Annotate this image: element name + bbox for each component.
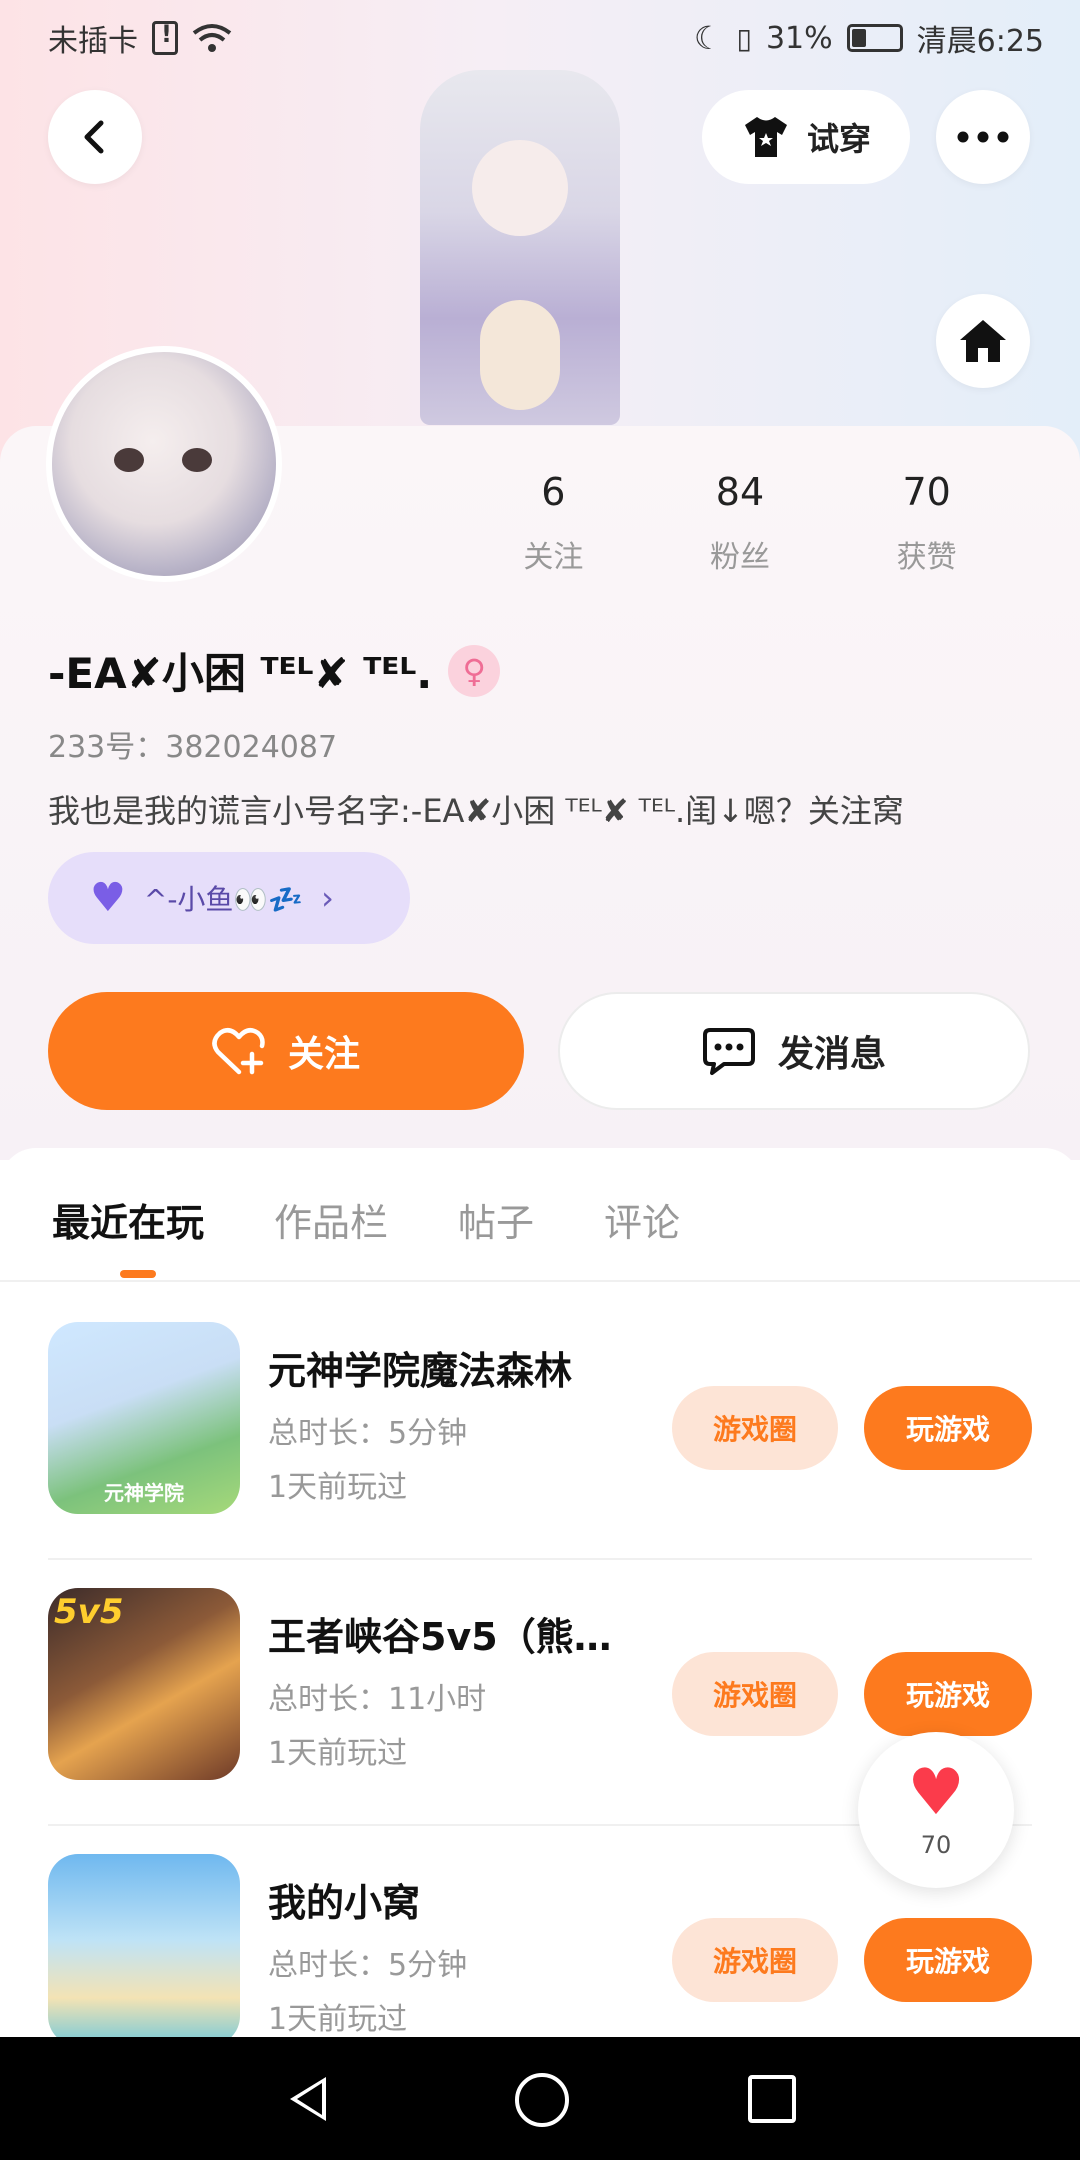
- sim-alert-icon: [152, 20, 178, 55]
- friend-tag-label: ^-小鱼👀💤: [143, 883, 304, 916]
- game-title: 王者峡谷5v5（熊…: [268, 1615, 612, 1659]
- stat-value: 6: [541, 470, 566, 514]
- home-button[interactable]: [936, 294, 1030, 388]
- stat-label: 关注: [523, 540, 584, 575]
- play-game-button[interactable]: 玩游戏: [864, 1386, 1032, 1470]
- hero-belly: [480, 300, 560, 410]
- system-nav-bar: [0, 2037, 1080, 2160]
- back-icon: [84, 120, 104, 154]
- game-icon: 5v5: [48, 1588, 240, 1780]
- game-icon-caption: 元神学院: [104, 1481, 184, 1505]
- status-bar: 未插卡 ☾ ▯ 31% 清晨6:25: [0, 0, 1080, 72]
- tab-comments[interactable]: 评论: [604, 1192, 680, 1247]
- clock: 清晨6:25: [916, 24, 1044, 59]
- chat-icon: [702, 1028, 755, 1075]
- game-title: 我的小窝: [268, 1881, 421, 1925]
- message-button[interactable]: 发消息: [558, 992, 1030, 1110]
- user-id: 233号：382024087: [48, 730, 338, 765]
- tshirt-icon: [744, 117, 787, 157]
- game-last-played: 1天前玩过: [268, 2002, 408, 2037]
- message-label: 发消息: [777, 1034, 886, 1075]
- try-on-button[interactable]: 试穿: [702, 90, 910, 184]
- game-icon: 元神学院: [48, 1322, 240, 1514]
- like-count: 70: [920, 1831, 952, 1859]
- stat-label: 粉丝: [709, 540, 770, 575]
- stat-likes[interactable]: 70 获赞: [837, 470, 1017, 576]
- wifi-icon: [192, 24, 232, 52]
- status-left: 未插卡: [48, 16, 232, 60]
- game-duration: 总时长：11小时: [268, 1682, 487, 1717]
- more-icon: [957, 131, 1009, 143]
- follow-label: 关注: [287, 1034, 360, 1075]
- heart-plus-icon: [212, 1028, 265, 1075]
- moon-icon: ☾: [693, 19, 723, 57]
- hero-character-image: [420, 70, 620, 425]
- game-last-played: 1天前玩过: [268, 1470, 408, 1505]
- game-circle-button[interactable]: 游戏圈: [672, 1386, 838, 1470]
- avatar-eye-left: [114, 448, 144, 472]
- hero-face: [472, 140, 568, 236]
- home-icon: [960, 320, 1006, 362]
- tab-posts[interactable]: 帖子: [458, 1192, 534, 1247]
- tab-recently-played[interactable]: 最近在玩: [52, 1192, 204, 1247]
- heart-icon: ♥: [907, 1756, 965, 1830]
- nav-home-icon[interactable]: [515, 2073, 569, 2127]
- more-button[interactable]: [936, 90, 1030, 184]
- back-button[interactable]: [48, 90, 142, 184]
- avatar[interactable]: [46, 346, 282, 582]
- avatar-eye-right: [182, 448, 212, 472]
- battery-percent: 31%: [765, 20, 833, 56]
- game-title: 元神学院魔法森林: [268, 1349, 573, 1393]
- game-circle-button[interactable]: 游戏圈: [672, 1918, 838, 2002]
- stat-value: 70: [902, 470, 951, 514]
- nav-back-icon-inner: [297, 2083, 322, 2115]
- nickname-row: -EA✘小困 ᵀᴱᴸ✘ ᵀᴱᴸ. ♀: [48, 640, 501, 701]
- play-game-button[interactable]: 玩游戏: [864, 1652, 1032, 1736]
- vibrate-icon: ▯: [736, 21, 752, 55]
- stat-following[interactable]: 6 关注: [463, 470, 643, 576]
- profile-stats: 6 关注 84 粉丝 70 获赞: [460, 470, 1020, 576]
- carrier-text: 未插卡: [48, 24, 138, 59]
- stat-followers[interactable]: 84 粉丝: [650, 470, 830, 576]
- purple-heart-icon: ♥: [90, 875, 126, 921]
- stat-label: 获赞: [896, 540, 957, 575]
- game-duration: 总时长：5分钟: [268, 1948, 468, 1983]
- friend-tag-chip[interactable]: ♥ ^-小鱼👀💤 ›: [48, 852, 410, 944]
- follow-button[interactable]: 关注: [48, 992, 524, 1110]
- tab-bar: 最近在玩 作品栏 帖子 评论: [52, 1192, 680, 1247]
- status-right: ☾ ▯ 31% 清晨6:25: [694, 16, 1044, 60]
- play-game-button[interactable]: 玩游戏: [864, 1918, 1032, 2002]
- battery-icon: [846, 24, 903, 52]
- game-icon-badge: 5v5: [54, 1592, 124, 1632]
- like-button[interactable]: ♥ 70: [858, 1732, 1014, 1888]
- content-area: 最近在玩 作品栏 帖子 评论 元神学院 元神学院魔法森林 总时长：5分钟 1天前…: [0, 1148, 1080, 2160]
- nav-recent-icon[interactable]: [748, 2075, 796, 2123]
- game-duration: 总时长：5分钟: [268, 1416, 468, 1451]
- bio: 我也是我的谎言小号名字:-EA✘小困 ᵀᴱᴸ✘ ᵀᴱᴸ.闺↓嗯？关注窝: [48, 792, 904, 830]
- chevron-right-icon: ›: [321, 879, 334, 917]
- try-on-label: 试穿: [806, 120, 871, 158]
- tab-indicator: [120, 1270, 156, 1278]
- game-circle-button[interactable]: 游戏圈: [672, 1652, 838, 1736]
- game-last-played: 1天前玩过: [268, 1736, 408, 1771]
- gender-female-icon: ♀: [448, 644, 501, 697]
- stat-value: 84: [715, 470, 765, 514]
- tab-works[interactable]: 作品栏: [274, 1192, 388, 1247]
- nickname: -EA✘小困 ᵀᴱᴸ✘ ᵀᴱᴸ.: [48, 649, 433, 698]
- list-item[interactable]: 元神学院 元神学院魔法森林 总时长：5分钟 1天前玩过 游戏圈 玩游戏: [48, 1282, 1032, 1548]
- game-icon: [48, 1854, 240, 2046]
